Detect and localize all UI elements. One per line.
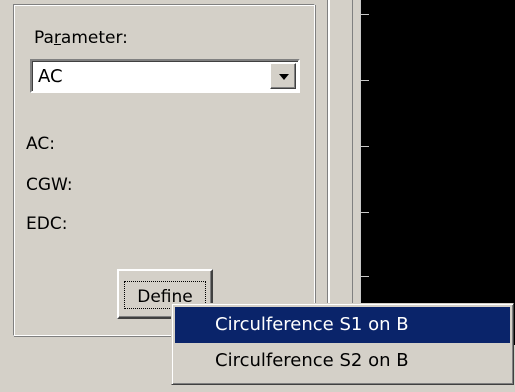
cgw-label: CGW: [26,175,73,195]
axis-tick [360,146,369,147]
parameter-combobox[interactable]: AC [30,59,300,93]
menu-item-circulference-s1[interactable]: Circulference S1 on B [175,307,510,343]
ac-label: AC: [26,134,55,154]
menu-item-label: Circulference S2 on B [215,350,409,371]
splitter-edge-right[interactable] [352,0,353,345]
axis-tick [360,212,369,213]
axis-tick [360,80,369,81]
plot-axis-line [360,0,361,345]
chevron-down-icon [279,74,289,80]
axis-tick [360,14,369,15]
parameter-selected-value: AC [38,66,63,87]
menu-item-label: Circulference S1 on B [215,314,409,335]
parameter-label: Parameter: [34,28,128,48]
menu-item-circulference-s2[interactable]: Circulference S2 on B [175,343,510,379]
context-menu: Circulference S1 on B Circulference S2 o… [171,303,514,385]
dropdown-button[interactable] [270,63,296,89]
edc-label: EDC: [26,214,68,234]
splitter-edge[interactable] [327,0,330,345]
axis-tick [360,276,369,277]
plot-area[interactable] [360,0,515,345]
